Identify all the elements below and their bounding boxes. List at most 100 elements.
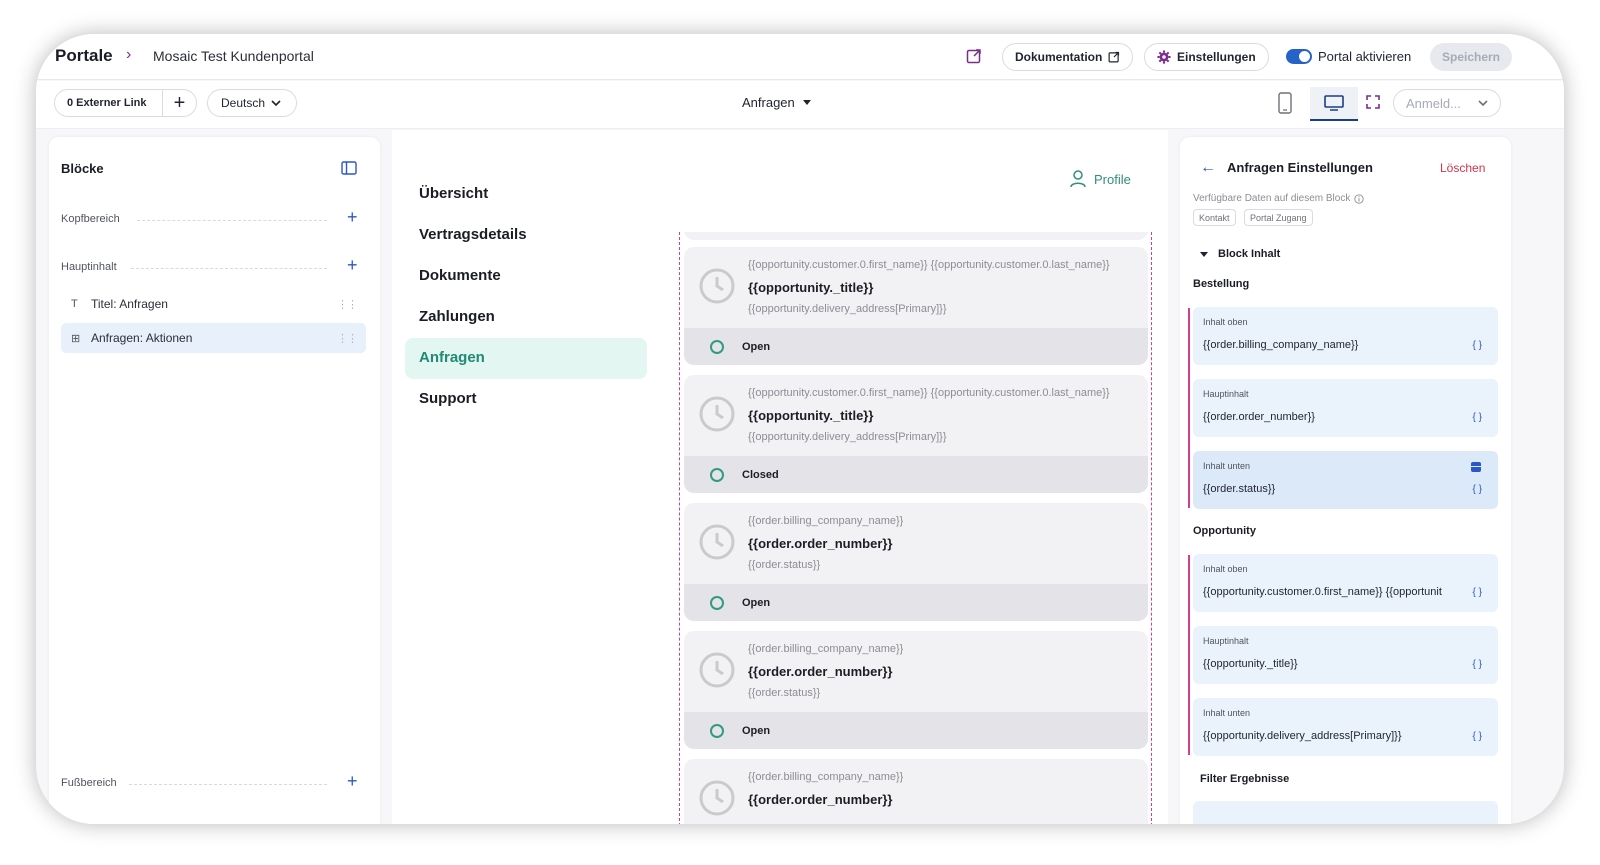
documentation-button[interactable]: Dokumentation	[1002, 43, 1134, 71]
section-header-label: Kopfbereich	[61, 213, 120, 225]
chevron-down-icon	[271, 99, 281, 106]
breadcrumb-page: Mosaic Test Kundenportal	[153, 48, 314, 64]
status-text: Open	[742, 724, 771, 737]
page-select-value: Anfragen	[742, 95, 795, 110]
status-text: Open	[742, 596, 771, 609]
variable-braces-icon[interactable]: { }	[1473, 340, 1482, 351]
field-value[interactable]: {{opportunity._title}}	[1203, 658, 1468, 670]
editor-toolbar: 0 Externer Link + Deutsch Anfragen Anmel…	[36, 81, 1564, 129]
drag-handle-icon[interactable]: ⋮⋮	[337, 332, 358, 345]
language-value: Deutsch	[221, 96, 266, 110]
request-card[interactable]: {{order.billing_company_name}} {{order.o…	[684, 759, 1148, 824]
info-icon[interactable]	[1354, 193, 1364, 204]
save-button[interactable]: Speichern	[1430, 43, 1512, 71]
field-opportunity-bottom[interactable]: Inhalt unten {{opportunity.delivery_addr…	[1193, 698, 1498, 756]
mobile-view-icon[interactable]	[1278, 92, 1292, 114]
block-content-toggle[interactable]: Block Inhalt	[1200, 248, 1280, 260]
field-order-top[interactable]: Inhalt oben {{order.billing_company_name…	[1193, 307, 1498, 365]
filter-results-label: Filter Ergebnisse	[1200, 773, 1290, 785]
field-value[interactable]: {{opportunity.delivery_address[Primary]}…	[1203, 730, 1468, 742]
status-circle-icon	[710, 339, 724, 354]
page-select[interactable]: Anfragen	[742, 95, 811, 110]
card-subtitle: {{order.billing_company_name}}	[748, 643, 904, 655]
text-icon: T	[71, 298, 78, 310]
login-select[interactable]: Anmeld...	[1393, 89, 1501, 117]
delete-block-button[interactable]: Löschen	[1440, 161, 1485, 175]
field-label: Inhalt unten	[1203, 708, 1251, 718]
fullscreen-icon[interactable]	[1366, 95, 1380, 109]
section-footer-label: Fußbereich	[61, 777, 117, 789]
language-select[interactable]: Deutsch	[207, 89, 297, 117]
nav-item-payments[interactable]: Zahlungen	[419, 308, 495, 325]
external-link-group: 0 Externer Link +	[54, 89, 197, 117]
login-select-placeholder: Anmeld...	[1406, 95, 1461, 111]
block-item-actions[interactable]: ⊞ Anfragen: Aktionen ⋮⋮	[61, 323, 366, 353]
clock-icon	[699, 396, 735, 432]
drag-handle-icon[interactable]: ⋮⋮	[337, 298, 358, 311]
card-status-bar: Open	[684, 584, 1148, 621]
block-item-label: Titel: Anfragen	[91, 297, 168, 311]
divider	[131, 268, 327, 269]
desktop-view-button[interactable]	[1310, 87, 1358, 121]
card-subtitle: {{opportunity.customer.0.first_name}} {{…	[748, 387, 1110, 399]
caret-down-icon	[1200, 251, 1208, 257]
add-header-block-button[interactable]: +	[347, 207, 358, 228]
variable-braces-icon[interactable]: { }	[1473, 587, 1482, 598]
block-settings-panel: ← Anfragen Einstellungen Löschen Verfügb…	[1180, 137, 1511, 824]
card-title: {{opportunity._title}}	[748, 280, 874, 295]
add-footer-block-button[interactable]: +	[347, 771, 358, 792]
data-tag-portal-access: Portal Zugang	[1244, 209, 1313, 226]
block-item-title[interactable]: T Titel: Anfragen ⋮⋮	[61, 289, 366, 319]
card-detail: {{opportunity.delivery_address[Primary]}…	[748, 431, 947, 443]
blocks-panel: Blöcke Kopfbereich + Hauptinhalt + T Tit…	[49, 137, 380, 824]
field-value[interactable]: {{order.order_number}}	[1203, 411, 1468, 423]
filter-field[interactable]	[1193, 801, 1498, 824]
back-arrow-icon[interactable]: ←	[1200, 159, 1216, 177]
field-order-bottom[interactable]: Inhalt unten {{order.status}} { }	[1193, 451, 1498, 509]
variable-braces-icon[interactable]: { }	[1473, 659, 1482, 670]
nav-item-requests[interactable]: Anfragen	[419, 349, 485, 366]
portal-active-toggle[interactable]	[1286, 49, 1312, 64]
nav-item-support[interactable]: Support	[419, 390, 477, 407]
add-main-block-button[interactable]: +	[347, 255, 358, 276]
variable-braces-icon[interactable]: { }	[1473, 412, 1482, 423]
request-card[interactable]: {{order.billing_company_name}} {{order.o…	[684, 503, 1148, 621]
nav-item-documents[interactable]: Dokumente	[419, 267, 501, 284]
group-indicator	[1188, 308, 1190, 508]
block-item-label: Anfragen: Aktionen	[91, 331, 193, 345]
app-window: Portale › Mosaic Test Kundenportal Dokum…	[36, 34, 1564, 824]
external-link-button[interactable]: 0 Externer Link	[55, 97, 162, 109]
sidebar-toggle-icon[interactable]	[341, 161, 357, 175]
nav-item-contract-details[interactable]: Vertragsdetails	[419, 226, 527, 243]
nav-item-overview[interactable]: Übersicht	[419, 185, 488, 202]
field-order-main[interactable]: Hauptinhalt {{order.order_number}} { }	[1193, 379, 1498, 437]
variable-braces-icon[interactable]: { }	[1473, 484, 1482, 495]
field-label: Hauptinhalt	[1203, 389, 1249, 399]
add-external-link-button[interactable]: +	[162, 90, 196, 116]
section-main-label: Hauptinhalt	[61, 261, 117, 273]
status-text: Open	[742, 340, 771, 353]
request-card[interactable]: {{order.billing_company_name}} {{order.o…	[684, 631, 1148, 749]
portal-active-label: Portal aktivieren	[1318, 49, 1412, 64]
request-card	[684, 232, 1148, 240]
field-value[interactable]: {{order.billing_company_name}}	[1203, 339, 1468, 351]
card-subtitle: {{order.billing_company_name}}	[748, 515, 904, 527]
status-circle-icon	[710, 723, 724, 738]
field-value[interactable]: {{opportunity.customer.0.first_name}} {{…	[1203, 586, 1468, 598]
settings-button[interactable]: Einstellungen	[1144, 43, 1269, 71]
trash-icon[interactable]	[1471, 462, 1481, 472]
card-title: {{order.order_number}}	[748, 792, 893, 807]
open-external-icon[interactable]	[966, 48, 982, 64]
request-card[interactable]: {{opportunity.customer.0.first_name}} {{…	[684, 375, 1148, 493]
field-opportunity-main[interactable]: Hauptinhalt {{opportunity._title}} { }	[1193, 626, 1498, 684]
block-content-label: Block Inhalt	[1218, 248, 1281, 260]
desktop-icon	[1324, 95, 1344, 111]
breadcrumb-root[interactable]: Portale	[55, 46, 113, 66]
variable-braces-icon[interactable]: { }	[1473, 731, 1482, 742]
request-card[interactable]: {{opportunity.customer.0.first_name}} {{…	[684, 247, 1148, 365]
field-opportunity-top[interactable]: Inhalt oben {{opportunity.customer.0.fir…	[1193, 554, 1498, 612]
profile-link[interactable]: Profile	[1070, 170, 1131, 188]
field-value[interactable]: {{order.status}}	[1203, 483, 1468, 495]
clock-icon	[699, 268, 735, 304]
field-label: Inhalt oben	[1203, 317, 1248, 327]
